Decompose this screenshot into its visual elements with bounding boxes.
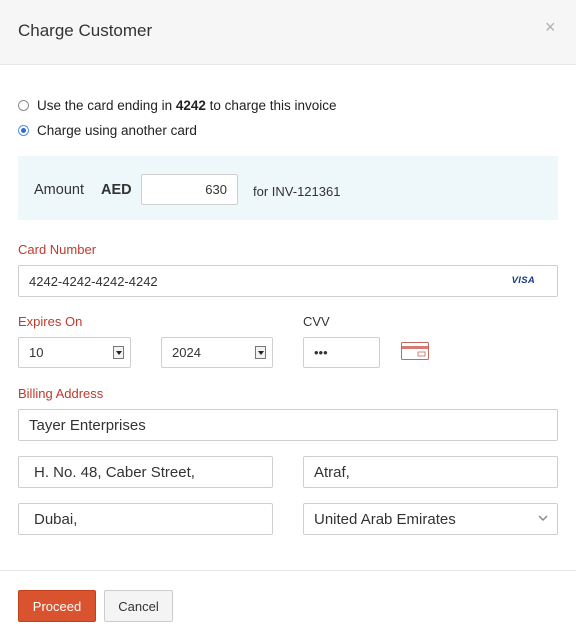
card-number-label: Card Number — [18, 242, 97, 257]
amount-currency: AED — [101, 182, 132, 198]
option-saved-card[interactable]: Use the card ending in 4242 to charge th… — [18, 96, 337, 114]
credit-card-icon — [401, 342, 429, 360]
address-line2-value: H. No. 48, Caber Street, — [34, 463, 195, 481]
city-value: Atraf, — [314, 463, 350, 481]
expiry-year-value: 2024 — [172, 345, 201, 360]
saved-card-prefix: Use the card ending in — [37, 97, 173, 113]
card-number-input[interactable]: 4242-4242-4242-4242 VISA — [18, 265, 558, 297]
amount-panel: Amount AED 630 for INV-121361 — [18, 156, 558, 220]
card-number-value: 4242-4242-4242-4242 — [29, 273, 158, 289]
invoice-reference: for INV-121361 — [253, 184, 341, 199]
city-input[interactable]: Atraf, — [303, 456, 558, 488]
saved-card-radio[interactable] — [18, 99, 29, 111]
amount-label: Amount — [34, 182, 84, 198]
expiry-month-value: 10 — [29, 345, 44, 360]
state-value: Dubai, — [34, 510, 78, 528]
expiry-year-select[interactable]: 2024 — [161, 337, 273, 368]
chevron-down-icon — [538, 515, 548, 522]
saved-card-suffix: to charge this invoice — [209, 97, 337, 113]
cvv-label: CVV — [303, 314, 330, 329]
proceed-button[interactable]: Proceed — [18, 590, 96, 622]
address-line1-value: Tayer Enterprises — [29, 416, 146, 434]
modal-header: Charge Customer × — [0, 0, 576, 65]
dropdown-arrow-icon — [113, 346, 124, 359]
saved-card-last4: 4242 — [175, 97, 206, 113]
billing-address-label: Billing Address — [18, 386, 104, 401]
cvv-value: ••• — [314, 345, 328, 360]
cvv-input[interactable]: ••• — [303, 337, 380, 368]
country-select[interactable]: United Arab Emirates — [303, 503, 558, 535]
footer-divider — [0, 570, 576, 571]
close-icon[interactable]: × — [545, 18, 556, 36]
state-input[interactable]: Dubai, — [18, 503, 273, 535]
country-value: United Arab Emirates — [314, 510, 456, 528]
amount-input[interactable]: 630 — [141, 174, 238, 205]
cancel-button[interactable]: Cancel — [104, 590, 173, 622]
option-another-card[interactable]: Charge using another card — [18, 121, 197, 139]
dropdown-arrow-icon — [255, 346, 266, 359]
expires-on-label: Expires On — [18, 314, 83, 329]
address-line2-input[interactable]: H. No. 48, Caber Street, — [18, 456, 273, 488]
expiry-month-select[interactable]: 10 — [18, 337, 131, 368]
modal-title: Charge Customer — [18, 21, 153, 40]
visa-icon: VISA — [511, 275, 535, 286]
another-card-radio[interactable] — [18, 124, 29, 136]
address-line1-input[interactable]: Tayer Enterprises — [18, 409, 558, 441]
another-card-label: Charge using another card — [37, 122, 197, 138]
